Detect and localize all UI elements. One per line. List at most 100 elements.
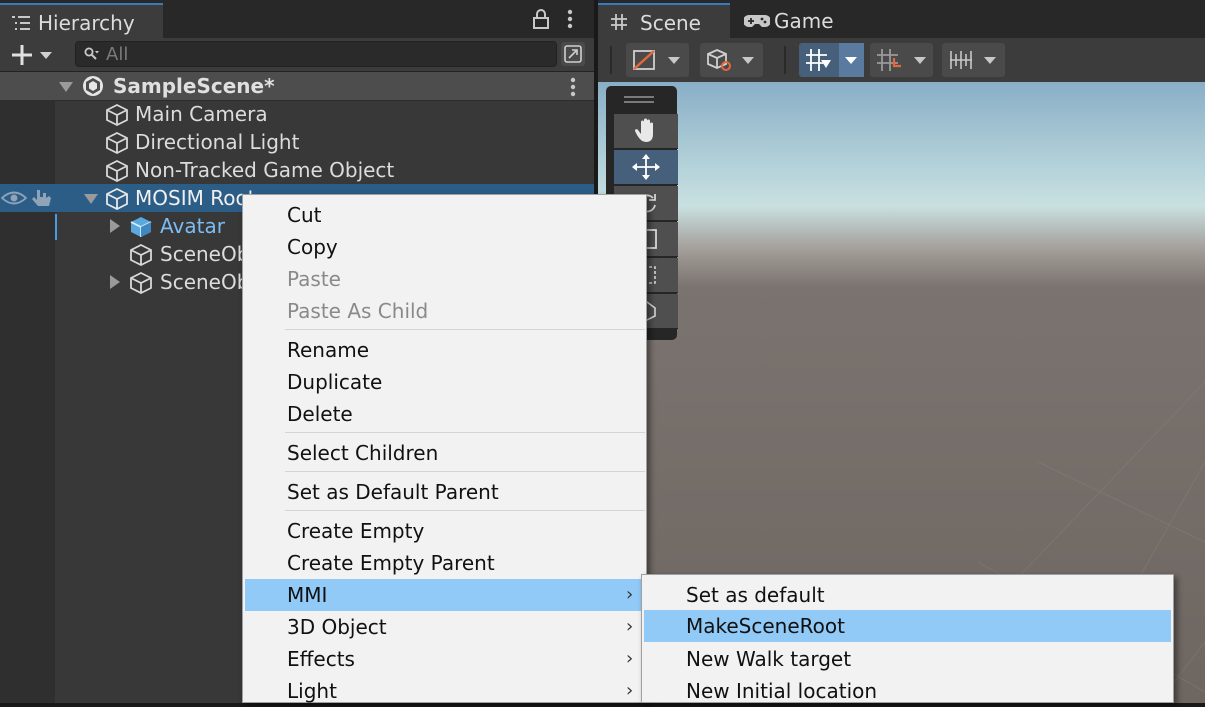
hand-tool-button[interactable] xyxy=(614,114,678,149)
context-menu: Cut Copy Paste Paste As Child Rename Dup… xyxy=(242,194,647,703)
menu-item-label: New Walk target xyxy=(686,647,852,671)
hierarchy-list-icon xyxy=(11,15,31,31)
hierarchy-row-label: SceneOb xyxy=(160,270,250,294)
increment-snap-icon xyxy=(876,48,904,72)
scene-more-icon[interactable] xyxy=(569,77,577,97)
menu-item-label: Paste xyxy=(287,267,341,291)
menu-item-new-walk-target[interactable]: New Walk target xyxy=(644,643,1171,675)
hierarchy-row-label: Avatar xyxy=(160,214,225,238)
hierarchy-row-directional-light[interactable]: Directional Light xyxy=(0,128,594,156)
search-options-button[interactable] xyxy=(561,42,585,66)
render-mode-button[interactable] xyxy=(700,43,763,77)
hand-icon xyxy=(634,118,658,144)
expand-arrow-icon[interactable] xyxy=(110,219,120,233)
grid-icon xyxy=(610,13,628,31)
menu-item-label: Rename xyxy=(287,338,370,362)
gameobject-cube-icon xyxy=(105,159,129,183)
menu-item-select-children[interactable]: Select Children xyxy=(245,437,644,469)
menu-item-duplicate[interactable]: Duplicate xyxy=(245,366,644,398)
menu-item-set-default-parent[interactable]: Set as Default Parent xyxy=(245,476,644,508)
menu-item-create-empty-parent[interactable]: Create Empty Parent xyxy=(245,547,644,579)
hierarchy-row-label: Directional Light xyxy=(135,130,300,154)
chevron-down-icon xyxy=(914,57,926,64)
unity-scene-icon xyxy=(82,75,104,97)
grid-snapping-button[interactable] xyxy=(799,43,864,77)
menu-item-label: New Initial location xyxy=(686,679,878,703)
gameobject-cube-icon xyxy=(105,187,129,211)
menu-item-label: Light xyxy=(287,679,337,703)
gameobject-cube-icon xyxy=(105,103,129,127)
scene-name: SampleScene* xyxy=(113,74,275,98)
menu-item-mmi[interactable]: MMI › xyxy=(245,579,644,611)
menu-item-label: MMI xyxy=(287,583,328,607)
tab-game[interactable]: Game xyxy=(732,3,862,38)
search-input[interactable] xyxy=(106,43,546,65)
hierarchy-row-non-tracked[interactable]: Non-Tracked Game Object xyxy=(0,156,594,184)
chevron-down-icon xyxy=(984,57,996,64)
chevron-down-icon xyxy=(742,57,754,64)
pickable-hand-icon[interactable] xyxy=(31,188,53,208)
menu-item-label: Effects xyxy=(287,647,355,671)
collapse-arrow-icon[interactable] xyxy=(84,194,98,204)
increment-snapping-button[interactable] xyxy=(870,43,933,77)
mmi-submenu: Set as default MakeSceneRoot New Walk ta… xyxy=(641,574,1174,703)
menu-item-label: Copy xyxy=(287,235,338,259)
menu-separator xyxy=(285,471,645,472)
menu-item-new-initial-location[interactable]: New Initial location xyxy=(644,675,1171,707)
draw-mode-button[interactable] xyxy=(626,43,689,77)
grid-snap-dropdown[interactable] xyxy=(839,43,864,77)
scene-tab-bar: Scene Game xyxy=(598,0,1205,38)
gameobject-cube-icon xyxy=(105,131,129,155)
scene-header-row[interactable]: SampleScene* xyxy=(0,72,594,101)
drag-handle-icon[interactable] xyxy=(624,96,654,98)
hierarchy-row-label: SceneOb xyxy=(160,242,250,266)
menu-item-make-scene-root[interactable]: MakeSceneRoot xyxy=(644,610,1171,642)
visibility-eye-icon[interactable] xyxy=(1,190,27,206)
menu-separator xyxy=(285,510,645,511)
expand-arrow-icon[interactable] xyxy=(110,275,120,289)
hierarchy-row-label: MOSIM Root xyxy=(135,186,256,210)
menu-item-label: Create Empty xyxy=(287,519,425,543)
scene-toolbar xyxy=(598,38,1205,82)
gamepad-icon xyxy=(744,13,770,29)
move-arrows-icon xyxy=(632,154,660,180)
collapse-arrow-icon[interactable] xyxy=(59,82,73,92)
submenu-arrow-icon: › xyxy=(626,584,634,605)
menu-item-light[interactable]: Light › xyxy=(245,675,644,707)
menu-separator xyxy=(285,329,645,330)
menu-item-label: Cut xyxy=(287,203,322,227)
tab-game-label: Game xyxy=(774,9,834,33)
toolbar-separator xyxy=(784,46,786,74)
gameobject-cube-icon xyxy=(129,243,153,267)
submenu-arrow-icon: › xyxy=(626,616,634,637)
menu-item-paste-as-child: Paste As Child xyxy=(245,295,644,327)
more-options-icon[interactable] xyxy=(566,9,574,29)
menu-item-label: 3D Object xyxy=(287,615,387,639)
menu-item-copy[interactable]: Copy xyxy=(245,231,644,263)
menu-item-set-as-default[interactable]: Set as default xyxy=(644,579,1171,611)
submenu-arrow-icon: › xyxy=(626,680,634,701)
add-object-button[interactable] xyxy=(6,42,58,68)
tab-scene[interactable]: Scene xyxy=(598,3,730,38)
tab-scene-label: Scene xyxy=(640,11,701,35)
menu-item-rename[interactable]: Rename xyxy=(245,334,644,366)
move-tool-button[interactable] xyxy=(614,150,678,185)
menu-item-3d-object[interactable]: 3D Object › xyxy=(245,611,644,643)
menu-item-create-empty[interactable]: Create Empty xyxy=(245,515,644,547)
ruler-button[interactable] xyxy=(942,43,1005,77)
menu-item-label: Delete xyxy=(287,402,353,426)
tab-hierarchy[interactable]: Hierarchy xyxy=(0,3,163,38)
hierarchy-search[interactable] xyxy=(75,41,557,67)
menu-item-label: MakeSceneRoot xyxy=(686,614,845,638)
submenu-arrow-icon: › xyxy=(626,648,634,669)
lock-icon[interactable] xyxy=(532,9,550,29)
prefab-override-bar xyxy=(55,214,57,240)
menu-item-effects[interactable]: Effects › xyxy=(245,643,644,675)
menu-item-delete[interactable]: Delete xyxy=(245,398,644,430)
ruler-icon xyxy=(948,49,976,71)
chevron-down-icon xyxy=(668,57,680,64)
toolbar-grip xyxy=(610,46,612,74)
menu-item-label: Select Children xyxy=(287,441,439,465)
menu-item-cut[interactable]: Cut xyxy=(245,199,644,231)
hierarchy-row-main-camera[interactable]: Main Camera xyxy=(0,100,594,128)
